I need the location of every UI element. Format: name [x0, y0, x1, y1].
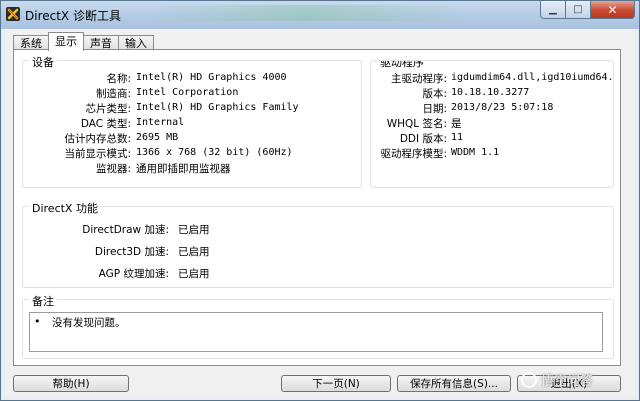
direct3d-value: 已启用 — [178, 246, 210, 258]
device-memory-value: 2695 MB — [136, 132, 179, 143]
background-blur — [141, 5, 471, 21]
minimize-icon: ▁ — [549, 4, 557, 15]
notes-textbox[interactable]: • 没有发现问题。 — [29, 312, 603, 352]
notes-bullet: • — [34, 315, 41, 328]
notes-text: 没有发现问题。 — [52, 317, 126, 329]
device-monitor-label: 监视器: — [95, 163, 131, 175]
device-dac-type-label: DAC 类型: — [80, 118, 131, 130]
driver-group-title: 驱动程序 — [377, 61, 427, 70]
device-chip-type-label: 芯片类型: — [85, 103, 131, 115]
device-dac-type-value: Internal — [136, 117, 185, 128]
device-display-mode-value: 1366 x 768 (32 bit) (60Hz) — [136, 147, 293, 158]
device-monitor-value: 通用即插即用监视器 — [136, 163, 231, 175]
caption-buttons: ▁ □ ✕ — [540, 1, 635, 20]
help-button[interactable]: 帮助(H) — [13, 375, 129, 392]
window-title: DirectX 诊断工具 — [25, 9, 121, 23]
wukong-logo-icon — [521, 371, 537, 388]
driver-ddi-label: DDI 版本: — [399, 133, 447, 145]
close-button[interactable]: ✕ — [591, 1, 635, 19]
driver-main-value: igdumdim64.dll,igd10iumd64.dll — [451, 72, 614, 83]
device-name-label: 名称: — [106, 73, 131, 85]
maximize-icon: □ — [573, 4, 583, 15]
driver-date-value: 2013/8/23 5:07:18 — [451, 102, 554, 113]
driver-ddi-value: 11 — [451, 132, 464, 143]
direct3d-label: Direct3D 加速: — [94, 246, 169, 258]
driver-version-value: 10.18.10.3277 — [451, 87, 530, 98]
directx-diag-window: DirectX 诊断工具 ▁ □ ✕ 系统 显示 声音 输入 设备 名称: In… — [0, 0, 640, 401]
display-tab-panel: 设备 名称: Intel(R) HD Graphics 4000 制造商: In… — [13, 49, 621, 366]
save-all-info-button[interactable]: 保存所有信息(S)... — [397, 375, 511, 392]
driver-whql-value: 是 — [451, 118, 462, 130]
device-manufacturer-label: 制造商: — [95, 88, 131, 100]
directdraw-label: DirectDraw 加速: — [82, 224, 169, 236]
client-area: 系统 显示 声音 输入 设备 名称: Intel(R) HD Graphics … — [5, 29, 635, 397]
device-manufacturer-value: Intel Corporation — [136, 87, 239, 98]
driver-model-label: 驱动程序模型: — [380, 148, 447, 160]
directx-x-icon — [6, 7, 20, 21]
device-group: 设备 名称: Intel(R) HD Graphics 4000 制造商: In… — [22, 54, 362, 188]
driver-date-label: 日期: — [422, 103, 447, 115]
agp-texture-value: 已启用 — [178, 268, 210, 280]
agp-texture-label: AGP 纹理加速: — [98, 268, 169, 280]
notes-title: 备注 — [29, 293, 57, 309]
tab-strip: 系统 显示 声音 输入 — [13, 32, 154, 51]
driver-whql-label: WHQL 签名: — [386, 118, 447, 130]
driver-model-value: WDDM 1.1 — [451, 147, 500, 158]
minimize-button[interactable]: ▁ — [540, 1, 566, 19]
watermark: 悟空问答 — [521, 370, 593, 389]
device-memory-label: 估计内存总数: — [64, 133, 131, 145]
watermark-text: 悟空问答 — [541, 374, 594, 389]
maximize-button[interactable]: □ — [566, 1, 591, 19]
directx-features-group: DirectX 功能 DirectDraw 加速: 已启用 Direct3D 加… — [22, 200, 614, 288]
device-group-title: 设备 — [29, 54, 57, 70]
driver-main-label: 主驱动程序: — [390, 73, 447, 85]
tab-display[interactable]: 显示 — [48, 32, 84, 51]
next-page-button[interactable]: 下一页(N) — [281, 375, 391, 392]
directdraw-value: 已启用 — [178, 224, 210, 236]
device-chip-type-value: Intel(R) HD Graphics Family — [136, 102, 299, 113]
directx-features-title: DirectX 功能 — [29, 200, 101, 216]
device-display-mode-label: 当前显示模式: — [64, 148, 131, 160]
notes-group: 备注 • 没有发现问题。 — [22, 293, 614, 359]
close-icon: ✕ — [607, 2, 618, 17]
title-bar[interactable]: DirectX 诊断工具 ▁ □ ✕ — [1, 1, 639, 29]
device-name-value: Intel(R) HD Graphics 4000 — [136, 72, 287, 83]
driver-version-label: 版本: — [422, 88, 447, 100]
driver-group: 驱动程序 主驱动程序: igdumdim64.dll,igd10iumd64.d… — [370, 60, 614, 188]
